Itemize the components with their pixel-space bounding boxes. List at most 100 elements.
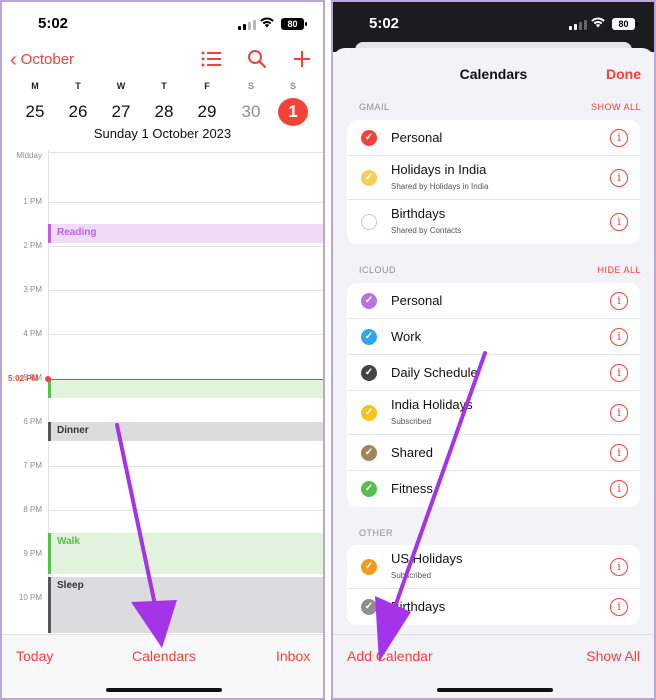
add-event-icon[interactable] — [292, 49, 312, 69]
info-icon[interactable]: i — [610, 213, 628, 231]
hour-gridline — [48, 510, 323, 511]
day-cell[interactable]: 27 — [106, 98, 136, 126]
calendar-row[interactable]: ✓ Fitness i — [347, 471, 640, 507]
calendar-name: Personal — [391, 130, 443, 145]
cellular-signal-icon — [569, 20, 587, 30]
section-toggle-button[interactable]: SHOW ALL — [591, 102, 641, 112]
done-button[interactable]: Done — [606, 66, 641, 82]
checkmark-icon[interactable]: ✓ — [361, 169, 377, 186]
event-block[interactable]: Sleep — [48, 577, 323, 633]
current-time-line — [48, 379, 323, 380]
calendar-subtitle: Subscribed — [391, 571, 432, 580]
home-indicator — [106, 688, 222, 692]
calendar-subtitle: Subscribed — [391, 417, 432, 426]
section-header: GMAIL — [359, 102, 390, 112]
selected-date-label: Sunday 1 October 2023 — [93, 126, 232, 141]
hour-row: 1 PM — [2, 197, 323, 206]
info-icon[interactable]: i — [610, 403, 628, 422]
weekday-label: M — [31, 81, 39, 91]
hour-gridline — [48, 334, 323, 335]
info-icon[interactable]: i — [610, 291, 628, 310]
day-cell[interactable]: 30 — [236, 98, 266, 126]
status-bar: 5:02 80 — [333, 2, 654, 44]
calendar-row[interactable]: ✓ Shared i — [347, 435, 640, 471]
info-icon[interactable]: i — [610, 128, 628, 147]
calendar-day-view-screen: 5:02 80 ‹ October M T W T F S S 25 26 27 28 29 30 1 S… — [0, 0, 325, 700]
event-block[interactable]: Reading — [48, 224, 323, 243]
checkmark-icon[interactable] — [361, 214, 377, 230]
search-icon[interactable] — [247, 49, 267, 69]
current-time-label: 5:02 PM — [8, 374, 39, 383]
calendar-group: ✓ Personal i ✓ Work i ✓ Daily Schedule i ✓ India H… — [347, 283, 640, 507]
hour-label: 3 PM — [23, 285, 42, 294]
status-time: 5:02 — [38, 15, 69, 32]
hour-label: 2 PM — [23, 241, 42, 250]
day-cell[interactable]: 28 — [149, 98, 179, 126]
event-block[interactable]: Dinner — [48, 422, 323, 441]
hour-label: 1 PM — [23, 197, 42, 206]
hour-gridline — [48, 290, 323, 291]
event-block[interactable]: Walk — [48, 533, 323, 574]
weekday-label: W — [116, 81, 126, 91]
calendar-name: Shared — [391, 445, 433, 460]
info-icon[interactable]: i — [610, 557, 628, 576]
calendar-row[interactable]: ✓ Work i — [347, 319, 640, 355]
current-time-dot — [45, 376, 51, 382]
day-cell[interactable]: 1 — [278, 98, 308, 126]
event-title: Sleep — [57, 580, 84, 591]
calendar-row[interactable]: ✓ Birthdays i — [347, 589, 640, 625]
calendar-row[interactable]: ✓ India Holidays Subscribed i — [347, 391, 640, 435]
calendar-name: US Holidays — [391, 551, 463, 566]
hour-row: 8 PM — [2, 505, 323, 514]
today-button[interactable]: Today — [16, 648, 53, 664]
home-indicator — [437, 688, 553, 692]
hour-label: 7 PM — [23, 461, 42, 470]
section-toggle-button[interactable]: HIDE ALL — [597, 265, 641, 275]
day-cell[interactable]: 26 — [63, 98, 93, 126]
calendar-name: Fitness — [391, 481, 433, 496]
checkmark-icon[interactable]: ✓ — [361, 328, 377, 345]
hour-label: 8 PM — [23, 505, 42, 514]
info-icon[interactable]: i — [610, 480, 628, 498]
checkmark-icon[interactable]: ✓ — [361, 481, 377, 497]
calendar-subtitle: Shared by Contacts — [391, 226, 462, 235]
calendar-row[interactable]: ✓ Personal i — [347, 120, 640, 156]
info-icon[interactable]: i — [610, 598, 628, 616]
checkmark-icon[interactable]: ✓ — [361, 404, 377, 421]
cellular-signal-icon — [238, 20, 256, 30]
day-cell[interactable]: 25 — [20, 98, 50, 126]
checkmark-icon[interactable]: ✓ — [361, 292, 377, 309]
inbox-button[interactable]: Inbox — [276, 648, 310, 664]
checkmark-icon[interactable]: ✓ — [361, 444, 377, 461]
calendar-row[interactable]: Birthdays Shared by Contacts i — [347, 200, 640, 244]
add-calendar-button[interactable]: Add Calendar — [347, 648, 433, 664]
checkmark-icon[interactable]: ✓ — [361, 558, 377, 575]
info-icon[interactable]: i — [610, 327, 628, 346]
info-icon[interactable]: i — [610, 443, 628, 462]
hour-gridline — [48, 246, 323, 247]
hour-label: Midday — [16, 151, 42, 160]
hour-row: 3 PM — [2, 285, 323, 294]
event-block[interactable] — [48, 379, 323, 398]
info-icon[interactable]: i — [610, 363, 628, 382]
day-cell[interactable]: 29 — [192, 98, 222, 126]
checkmark-icon[interactable]: ✓ — [361, 364, 377, 381]
calendar-group: ✓ Personal i ✓ Holidays in India Shared by Ho… — [347, 120, 640, 244]
show-all-button[interactable]: Show All — [586, 648, 640, 664]
chevron-left-icon: ‹ — [10, 48, 17, 71]
calendar-row[interactable]: ✓ US Holidays Subscribed i — [347, 545, 640, 589]
section-header: ICLOUD — [359, 265, 397, 275]
info-icon[interactable]: i — [610, 168, 628, 187]
checkmark-icon[interactable]: ✓ — [361, 129, 377, 146]
calendar-group: ✓ US Holidays Subscribed i ✓ Birthdays i — [347, 545, 640, 625]
calendar-row[interactable]: ✓ Daily Schedule i — [347, 355, 640, 391]
hour-label: 9 PM — [23, 549, 42, 558]
list-view-icon[interactable] — [200, 49, 222, 69]
section-header: OTHER — [359, 528, 393, 538]
calendar-name: Personal — [391, 293, 443, 308]
back-to-month-button[interactable]: ‹ October — [10, 48, 74, 71]
checkmark-icon[interactable]: ✓ — [361, 599, 377, 615]
calendars-button[interactable]: Calendars — [132, 648, 196, 664]
calendar-row[interactable]: ✓ Holidays in India Shared by Holidays in … — [347, 156, 640, 200]
calendar-row[interactable]: ✓ Personal i — [347, 283, 640, 319]
